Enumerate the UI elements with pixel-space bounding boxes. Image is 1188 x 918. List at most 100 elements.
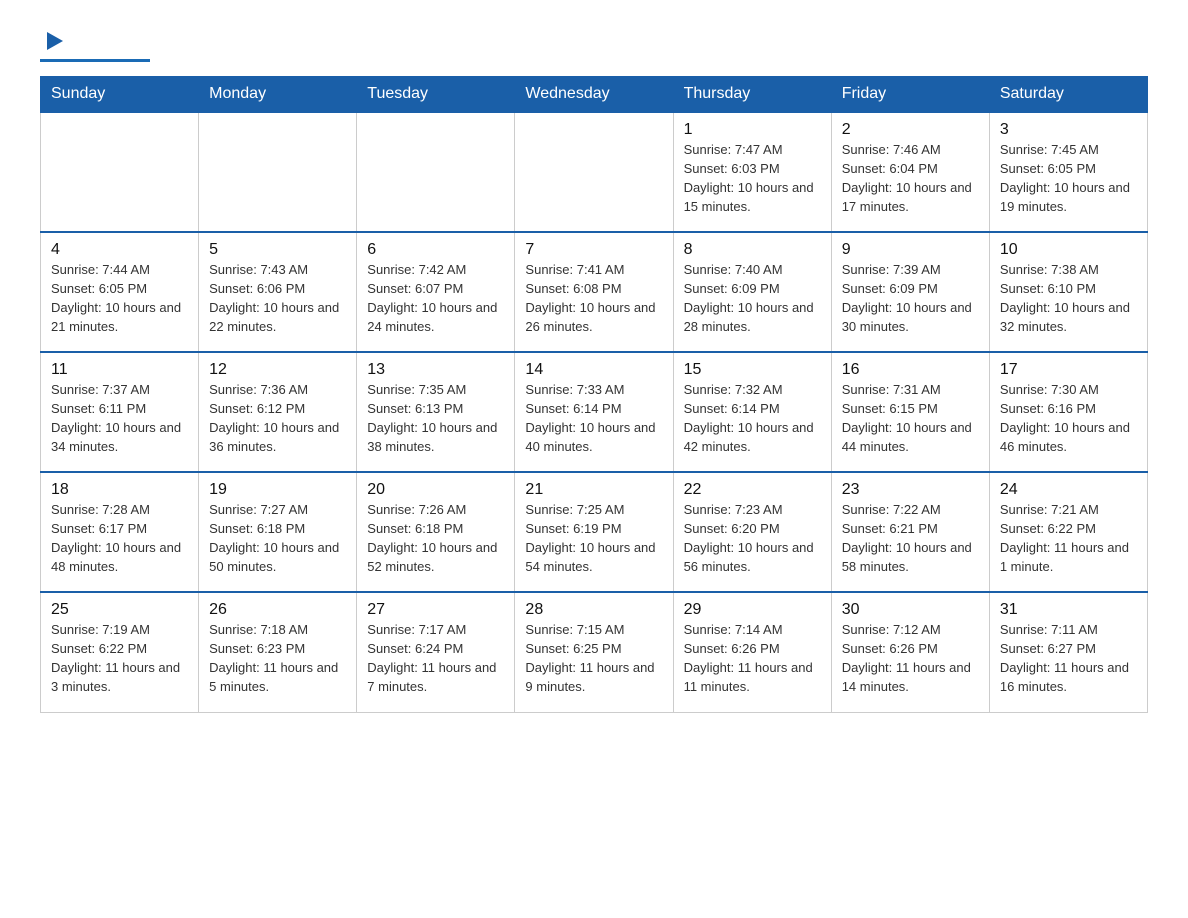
- day-number: 28: [525, 601, 662, 619]
- day-number: 18: [51, 481, 188, 499]
- calendar-cell: 23 Sunrise: 7:22 AM Sunset: 6:21 PM Dayli…: [831, 472, 989, 592]
- calendar-cell: [357, 112, 515, 232]
- logo-arrow-icon: [43, 30, 65, 57]
- logo-underline: [40, 59, 150, 62]
- day-number: 10: [1000, 241, 1137, 259]
- day-info: Sunrise: 7:26 AM Sunset: 6:18 PM Dayligh…: [367, 501, 504, 576]
- day-number: 21: [525, 481, 662, 499]
- calendar-cell: 21 Sunrise: 7:25 AM Sunset: 6:19 PM Dayli…: [515, 472, 673, 592]
- calendar-cell: [515, 112, 673, 232]
- calendar-week-row: 4 Sunrise: 7:44 AM Sunset: 6:05 PM Daylig…: [41, 232, 1148, 352]
- day-info: Sunrise: 7:44 AM Sunset: 6:05 PM Dayligh…: [51, 261, 188, 336]
- day-number: 25: [51, 601, 188, 619]
- calendar-cell: 5 Sunrise: 7:43 AM Sunset: 6:06 PM Daylig…: [199, 232, 357, 352]
- day-info: Sunrise: 7:18 AM Sunset: 6:23 PM Dayligh…: [209, 621, 346, 696]
- day-info: Sunrise: 7:17 AM Sunset: 6:24 PM Dayligh…: [367, 621, 504, 696]
- day-number: 7: [525, 241, 662, 259]
- calendar-day-header-wednesday: Wednesday: [515, 77, 673, 113]
- calendar-cell: 17Sunrise: 7:30 AM Sunset: 6:16 PM Dayli…: [989, 352, 1147, 472]
- day-number: 2: [842, 121, 979, 139]
- day-info: Sunrise: 7:43 AM Sunset: 6:06 PM Dayligh…: [209, 261, 346, 336]
- day-number: 11: [51, 361, 188, 379]
- calendar-cell: 11 Sunrise: 7:37 AM Sunset: 6:11 PM Dayli…: [41, 352, 199, 472]
- calendar-cell: 2 Sunrise: 7:46 AM Sunset: 6:04 PM Daylig…: [831, 112, 989, 232]
- day-info: Sunrise: 7:19 AM Sunset: 6:22 PM Dayligh…: [51, 621, 188, 696]
- day-number: 22: [684, 481, 821, 499]
- day-info: Sunrise: 7:40 AM Sunset: 6:09 PM Dayligh…: [684, 261, 821, 336]
- day-number: 23: [842, 481, 979, 499]
- day-info: Sunrise: 7:37 AM Sunset: 6:11 PM Dayligh…: [51, 381, 188, 456]
- day-info: Sunrise: 7:22 AM Sunset: 6:21 PM Dayligh…: [842, 501, 979, 576]
- day-number: 1: [684, 121, 821, 139]
- day-info: Sunrise: 7:31 AM Sunset: 6:15 PM Dayligh…: [842, 381, 979, 456]
- calendar-cell: 25 Sunrise: 7:19 AM Sunset: 6:22 PM Dayli…: [41, 592, 199, 712]
- calendar-day-header-thursday: Thursday: [673, 77, 831, 113]
- calendar-cell: 19Sunrise: 7:27 AM Sunset: 6:18 PM Dayli…: [199, 472, 357, 592]
- calendar-week-row: 11 Sunrise: 7:37 AM Sunset: 6:11 PM Dayli…: [41, 352, 1148, 472]
- day-info: Sunrise: 7:45 AM Sunset: 6:05 PM Dayligh…: [1000, 141, 1137, 216]
- calendar-cell: 10Sunrise: 7:38 AM Sunset: 6:10 PM Dayli…: [989, 232, 1147, 352]
- day-number: 12: [209, 361, 346, 379]
- calendar-cell: 13 Sunrise: 7:35 AM Sunset: 6:13 PM Dayli…: [357, 352, 515, 472]
- day-info: Sunrise: 7:12 AM Sunset: 6:26 PM Dayligh…: [842, 621, 979, 696]
- calendar-week-row: 18Sunrise: 7:28 AM Sunset: 6:17 PM Dayli…: [41, 472, 1148, 592]
- day-number: 9: [842, 241, 979, 259]
- calendar-cell: 3Sunrise: 7:45 AM Sunset: 6:05 PM Daylig…: [989, 112, 1147, 232]
- day-info: Sunrise: 7:32 AM Sunset: 6:14 PM Dayligh…: [684, 381, 821, 456]
- calendar-day-header-tuesday: Tuesday: [357, 77, 515, 113]
- calendar-cell: [199, 112, 357, 232]
- calendar-week-row: 1 Sunrise: 7:47 AM Sunset: 6:03 PM Daylig…: [41, 112, 1148, 232]
- day-info: Sunrise: 7:21 AM Sunset: 6:22 PM Dayligh…: [1000, 501, 1137, 576]
- day-info: Sunrise: 7:35 AM Sunset: 6:13 PM Dayligh…: [367, 381, 504, 456]
- day-info: Sunrise: 7:14 AM Sunset: 6:26 PM Dayligh…: [684, 621, 821, 696]
- calendar-cell: 29 Sunrise: 7:14 AM Sunset: 6:26 PM Dayli…: [673, 592, 831, 712]
- calendar-cell: 9 Sunrise: 7:39 AM Sunset: 6:09 PM Daylig…: [831, 232, 989, 352]
- day-number: 26: [209, 601, 346, 619]
- page-header: [40, 30, 1148, 62]
- calendar-cell: 6 Sunrise: 7:42 AM Sunset: 6:07 PM Daylig…: [357, 232, 515, 352]
- day-number: 16: [842, 361, 979, 379]
- calendar-day-header-monday: Monday: [199, 77, 357, 113]
- day-number: 20: [367, 481, 504, 499]
- day-number: 14: [525, 361, 662, 379]
- day-info: Sunrise: 7:25 AM Sunset: 6:19 PM Dayligh…: [525, 501, 662, 576]
- day-number: 24: [1000, 481, 1137, 499]
- calendar-cell: [41, 112, 199, 232]
- calendar-cell: 7Sunrise: 7:41 AM Sunset: 6:08 PM Daylig…: [515, 232, 673, 352]
- day-number: 13: [367, 361, 504, 379]
- day-info: Sunrise: 7:39 AM Sunset: 6:09 PM Dayligh…: [842, 261, 979, 336]
- day-number: 6: [367, 241, 504, 259]
- day-info: Sunrise: 7:11 AM Sunset: 6:27 PM Dayligh…: [1000, 621, 1137, 696]
- day-info: Sunrise: 7:15 AM Sunset: 6:25 PM Dayligh…: [525, 621, 662, 696]
- calendar-cell: 20 Sunrise: 7:26 AM Sunset: 6:18 PM Dayli…: [357, 472, 515, 592]
- calendar-cell: 28 Sunrise: 7:15 AM Sunset: 6:25 PM Dayli…: [515, 592, 673, 712]
- day-info: Sunrise: 7:23 AM Sunset: 6:20 PM Dayligh…: [684, 501, 821, 576]
- day-info: Sunrise: 7:46 AM Sunset: 6:04 PM Dayligh…: [842, 141, 979, 216]
- calendar-day-header-sunday: Sunday: [41, 77, 199, 113]
- calendar-day-header-friday: Friday: [831, 77, 989, 113]
- calendar-week-row: 25 Sunrise: 7:19 AM Sunset: 6:22 PM Dayli…: [41, 592, 1148, 712]
- calendar-cell: 26 Sunrise: 7:18 AM Sunset: 6:23 PM Dayli…: [199, 592, 357, 712]
- day-info: Sunrise: 7:47 AM Sunset: 6:03 PM Dayligh…: [684, 141, 821, 216]
- calendar-cell: 30 Sunrise: 7:12 AM Sunset: 6:26 PM Dayli…: [831, 592, 989, 712]
- logo: [40, 30, 150, 62]
- calendar-cell: 8 Sunrise: 7:40 AM Sunset: 6:09 PM Daylig…: [673, 232, 831, 352]
- day-info: Sunrise: 7:42 AM Sunset: 6:07 PM Dayligh…: [367, 261, 504, 336]
- day-number: 19: [209, 481, 346, 499]
- calendar-cell: 22 Sunrise: 7:23 AM Sunset: 6:20 PM Dayli…: [673, 472, 831, 592]
- calendar-cell: 12 Sunrise: 7:36 AM Sunset: 6:12 PM Dayli…: [199, 352, 357, 472]
- day-number: 8: [684, 241, 821, 259]
- day-number: 5: [209, 241, 346, 259]
- day-number: 29: [684, 601, 821, 619]
- calendar-header-row: SundayMondayTuesdayWednesdayThursdayFrid…: [41, 77, 1148, 113]
- day-number: 30: [842, 601, 979, 619]
- calendar-cell: 14 Sunrise: 7:33 AM Sunset: 6:14 PM Dayli…: [515, 352, 673, 472]
- calendar-cell: 16 Sunrise: 7:31 AM Sunset: 6:15 PM Dayli…: [831, 352, 989, 472]
- calendar-cell: 24 Sunrise: 7:21 AM Sunset: 6:22 PM Dayli…: [989, 472, 1147, 592]
- day-number: 4: [51, 241, 188, 259]
- day-number: 15: [684, 361, 821, 379]
- day-info: Sunrise: 7:33 AM Sunset: 6:14 PM Dayligh…: [525, 381, 662, 456]
- day-info: Sunrise: 7:36 AM Sunset: 6:12 PM Dayligh…: [209, 381, 346, 456]
- calendar-cell: 27 Sunrise: 7:17 AM Sunset: 6:24 PM Dayli…: [357, 592, 515, 712]
- day-number: 27: [367, 601, 504, 619]
